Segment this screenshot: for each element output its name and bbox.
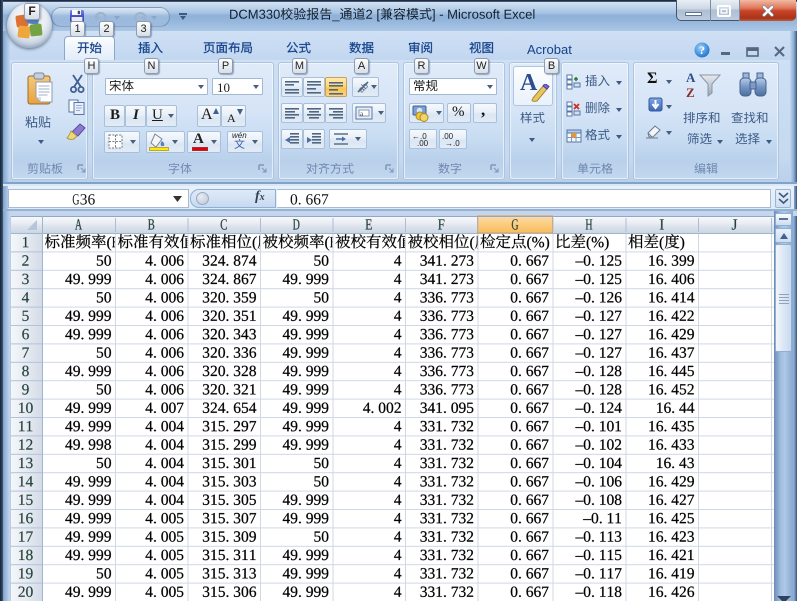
svg-text:.00: .00: [417, 139, 429, 147]
svg-text:→.0: →.0: [445, 139, 460, 147]
svg-text:?: ?: [699, 43, 705, 57]
